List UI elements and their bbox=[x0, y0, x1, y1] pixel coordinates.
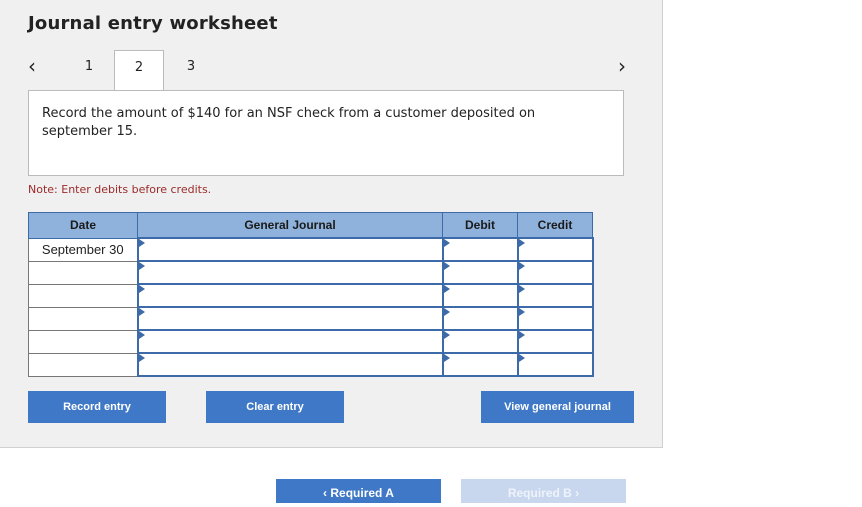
debit-input[interactable] bbox=[441, 260, 519, 285]
tab-1[interactable]: 1 bbox=[64, 50, 114, 90]
credit-input[interactable] bbox=[516, 352, 594, 377]
credit-input[interactable] bbox=[516, 283, 594, 308]
credit-input[interactable] bbox=[516, 260, 594, 285]
table-row bbox=[28, 329, 594, 354]
table-row: September 30 bbox=[28, 237, 594, 262]
debit-input[interactable] bbox=[441, 306, 519, 331]
table-row bbox=[28, 352, 594, 377]
table-row bbox=[28, 260, 594, 285]
record-entry-button[interactable]: Record entry bbox=[28, 391, 166, 423]
next-arrow-icon[interactable]: › bbox=[618, 54, 626, 78]
required-a-button[interactable]: ‹ Required A bbox=[276, 479, 441, 503]
table-header-row: Date General Journal Debit Credit bbox=[28, 212, 593, 239]
date-cell[interactable]: September 30 bbox=[28, 237, 138, 262]
prompt-box: Record the amount of $140 for an NSF che… bbox=[28, 90, 624, 176]
journal-input[interactable] bbox=[136, 306, 444, 331]
required-b-button[interactable]: Required B › bbox=[461, 479, 626, 503]
credit-input[interactable] bbox=[516, 329, 594, 354]
clear-entry-button[interactable]: Clear entry bbox=[206, 391, 344, 423]
debit-input[interactable] bbox=[441, 352, 519, 377]
journal-input[interactable] bbox=[136, 329, 444, 354]
date-cell[interactable] bbox=[28, 352, 138, 377]
prev-arrow-icon[interactable]: ‹ bbox=[28, 54, 36, 78]
credit-input[interactable] bbox=[516, 237, 594, 262]
credit-input[interactable] bbox=[516, 306, 594, 331]
journal-input[interactable] bbox=[136, 283, 444, 308]
debit-input[interactable] bbox=[441, 329, 519, 354]
note-text: Note: Enter debits before credits. bbox=[28, 183, 212, 196]
header-date: Date bbox=[28, 212, 138, 239]
table-row bbox=[28, 283, 594, 308]
worksheet-panel: Journal entry worksheet ‹ › 1 2 3 Record… bbox=[0, 0, 663, 448]
debit-input[interactable] bbox=[441, 283, 519, 308]
header-debit: Debit bbox=[442, 212, 518, 239]
date-cell[interactable] bbox=[28, 306, 138, 331]
prompt-text: Record the amount of $140 for an NSF che… bbox=[42, 106, 536, 139]
page-title: Journal entry worksheet bbox=[28, 13, 278, 34]
tab-2[interactable]: 2 bbox=[114, 50, 164, 91]
journal-input[interactable] bbox=[136, 260, 444, 285]
journal-table: Date General Journal Debit Credit Septem… bbox=[28, 212, 594, 377]
date-cell[interactable] bbox=[28, 329, 138, 354]
date-cell[interactable] bbox=[28, 260, 138, 285]
journal-input[interactable] bbox=[136, 237, 444, 262]
journal-input[interactable] bbox=[136, 352, 444, 377]
date-cell[interactable] bbox=[28, 283, 138, 308]
view-general-journal-button[interactable]: View general journal bbox=[481, 391, 634, 423]
debit-input[interactable] bbox=[441, 237, 519, 262]
header-credit: Credit bbox=[517, 212, 593, 239]
header-general-journal: General Journal bbox=[137, 212, 443, 239]
tab-3[interactable]: 3 bbox=[166, 50, 216, 90]
table-row bbox=[28, 306, 594, 331]
